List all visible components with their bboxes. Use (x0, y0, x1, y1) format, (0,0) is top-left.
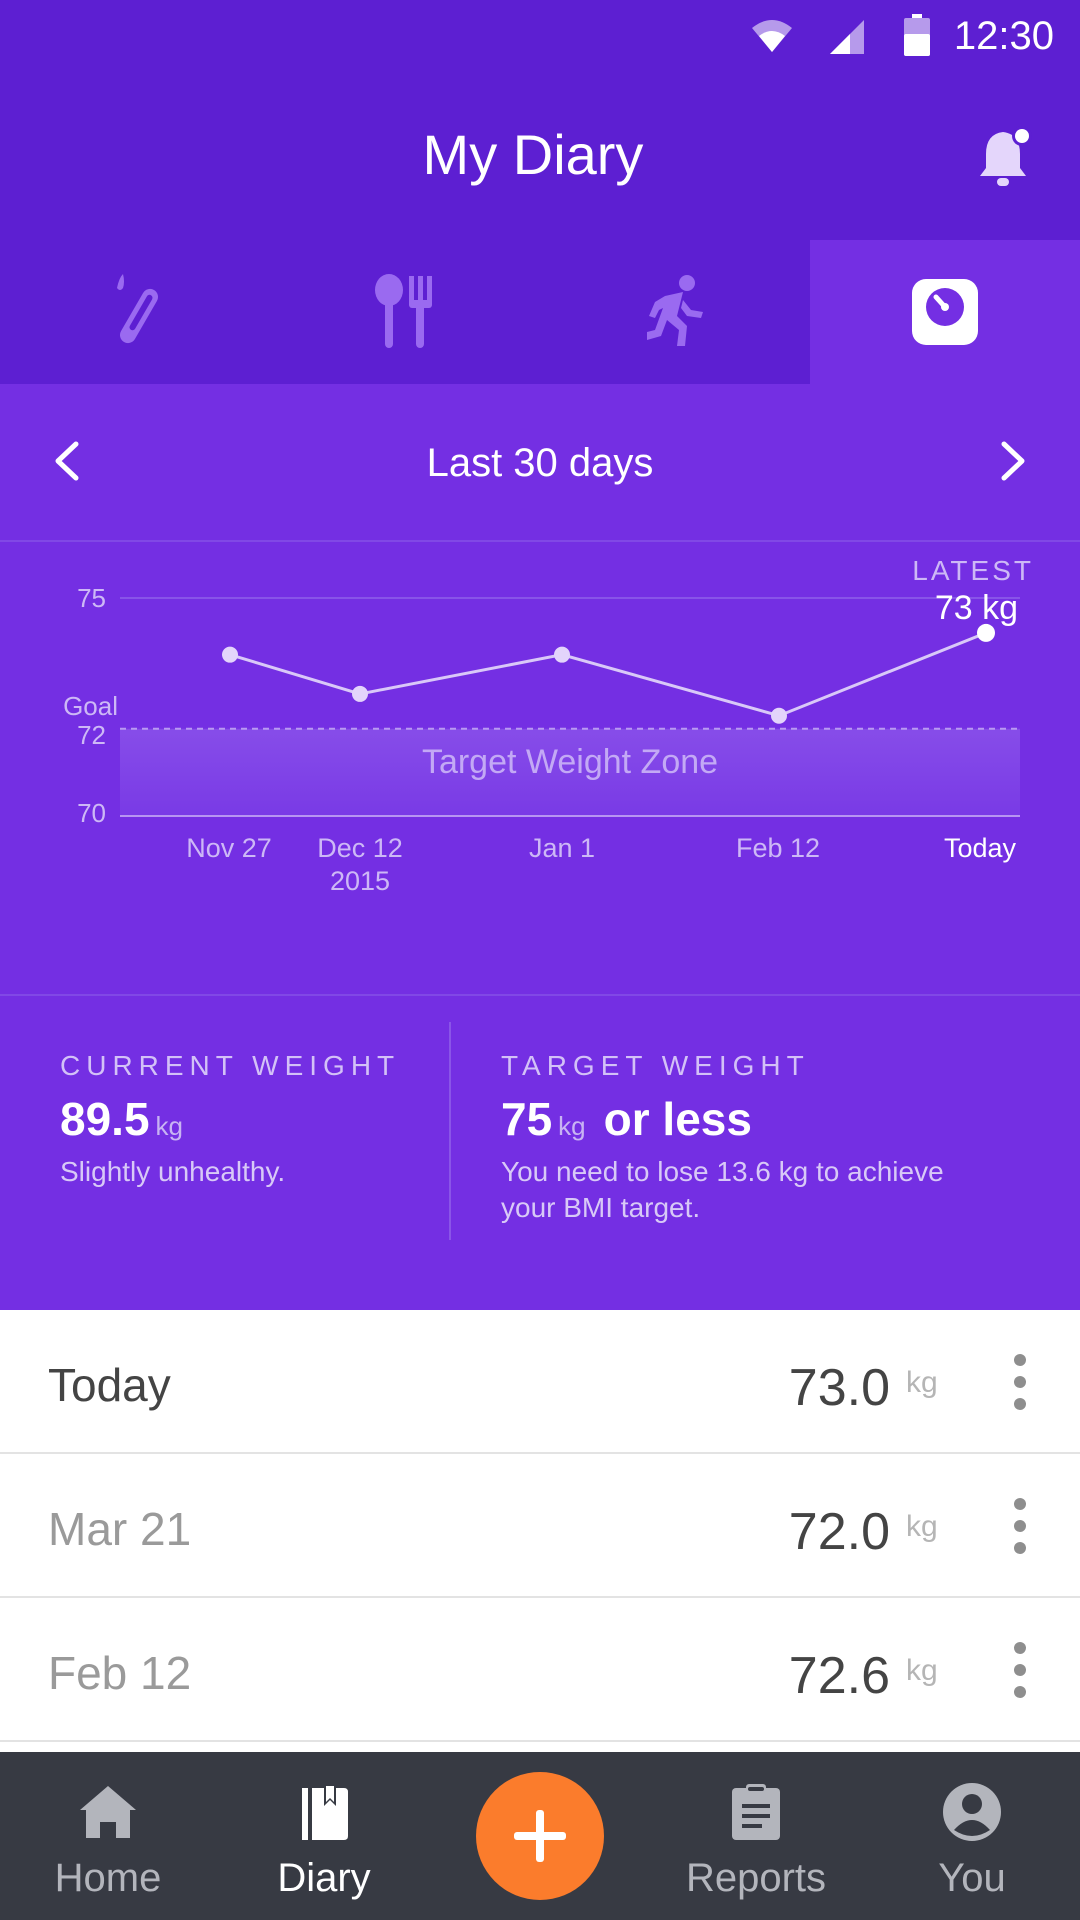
divider (0, 994, 1080, 996)
target-weight-note-line: your BMI target. (501, 1192, 701, 1223)
entry-unit: kg (906, 1510, 938, 1543)
list-item[interactable]: Mar 21 72.0 kg (0, 1454, 1080, 1598)
diary-tabs (0, 240, 1080, 384)
nav-reports[interactable]: Reports (648, 1752, 864, 1920)
nav-label: Reports (685, 1856, 827, 1900)
home-icon (80, 1786, 136, 1838)
signal-icon (830, 20, 864, 54)
wifi-icon (752, 20, 792, 52)
entry-value: 72.0 (788, 1503, 890, 1561)
nav-label: You (938, 1856, 1006, 1900)
entry-unit: kg (906, 1366, 938, 1399)
target-weight-unit: kg (558, 1111, 586, 1141)
weight-data-point[interactable] (771, 707, 787, 724)
chevron-right-icon[interactable] (986, 436, 1036, 486)
entry-date: Today (48, 1359, 171, 1411)
x-tick-label: Feb 12 (736, 833, 820, 863)
target-zone-label: Target Weight Zone (422, 743, 718, 781)
x-tick-label: Jan 1 (529, 833, 595, 863)
y-tick-label: 70 (77, 798, 106, 828)
tab-exercise[interactable] (540, 240, 810, 384)
tab-temperature[interactable] (0, 240, 270, 384)
latest-label: LATEST (912, 555, 1034, 586)
latest-value: 73 kg (935, 589, 1018, 627)
goal-label: Goal (63, 691, 118, 721)
current-weight-title: CURRENT WEIGHT (60, 1050, 401, 1081)
more-vert-icon[interactable] (1006, 1638, 1034, 1702)
list-item[interactable]: Feb 12 72.6 kg (0, 1598, 1080, 1742)
target-weight-panel: TARGET WEIGHT 75 kg or less You need to lo… (501, 1050, 944, 1226)
weight-series-line (229, 631, 987, 718)
plus-icon (514, 1810, 566, 1862)
more-vert-icon[interactable] (1006, 1494, 1034, 1558)
thermometer-icon (117, 274, 158, 344)
weight-data-point[interactable] (352, 685, 368, 702)
target-weight-value: 75 (501, 1093, 553, 1145)
weight-data-point[interactable] (554, 646, 570, 663)
weight-overview: Last 30 days 75 Goal 72 70 Target Weight… (0, 384, 1080, 1310)
more-vert-icon[interactable] (1006, 1350, 1034, 1414)
fork-spoon-icon (375, 274, 432, 348)
running-icon (647, 275, 703, 346)
date-range-selector: Last 30 days (0, 384, 1080, 542)
status-time: 12:30 (953, 14, 1054, 58)
y-tick-label: 75 (77, 583, 106, 613)
x-tick-label: Nov 27 (186, 833, 272, 863)
current-weight-note: Slightly unhealthy. (60, 1156, 286, 1187)
diary-book-icon (302, 1784, 348, 1840)
tab-food[interactable] (270, 240, 540, 384)
weight-data-point[interactable] (977, 623, 995, 642)
entry-date: Feb 12 (48, 1647, 192, 1699)
target-weight-note: You need to lose 13.6 kg to achieve your… (501, 1154, 944, 1226)
target-weight-title: TARGET WEIGHT (501, 1050, 810, 1081)
x-tick-label: Dec 12 (317, 833, 403, 863)
page-title: My Diary (422, 123, 644, 186)
entry-value: 73.0 (788, 1359, 890, 1417)
list-item[interactable]: Today 73.0 kg (0, 1310, 1080, 1454)
x-tick-label: Today (944, 833, 1017, 863)
date-range-label: Last 30 days (426, 441, 654, 485)
nav-diary[interactable]: Diary (216, 1752, 432, 1920)
add-entry-button[interactable] (476, 1772, 604, 1900)
nav-home[interactable]: Home (0, 1752, 216, 1920)
nav-label: Home (54, 1856, 162, 1900)
target-weight-qualifier: or less (603, 1093, 752, 1145)
target-weight-note-line: You need to lose 13.6 kg to achieve (501, 1156, 944, 1187)
nav-label: Diary (277, 1856, 371, 1900)
stats-separator (449, 1022, 451, 1240)
weight-data-point[interactable] (222, 646, 238, 663)
account-icon (943, 1783, 1001, 1841)
notification-bell-icon[interactable] (976, 124, 1034, 190)
y-tick-label: 72 (77, 720, 106, 750)
current-weight-value: 89.5 (60, 1093, 150, 1145)
entry-date: Mar 21 (48, 1503, 192, 1555)
nav-you[interactable]: You (864, 1752, 1080, 1920)
battery-icon (904, 14, 930, 56)
entry-value: 72.6 (788, 1647, 890, 1705)
weight-chart: 75 Goal 72 70 Target Weight Zone LATEST … (63, 555, 1034, 896)
weight-entries-list: Today 73.0 kg Mar 21 72.0 kg Feb 12 72.6… (0, 1310, 1080, 1742)
current-weight-panel: CURRENT WEIGHT 89.5 kg Slightly unhealthy… (60, 1050, 400, 1190)
app-header: 12:30 My Diary (0, 0, 1080, 240)
clipboard-icon (732, 1784, 780, 1840)
scale-icon (912, 279, 978, 345)
current-weight-unit: kg (155, 1111, 183, 1141)
tab-weight[interactable] (810, 240, 1080, 384)
status-bar: 12:30 (0, 0, 1080, 72)
entry-unit: kg (906, 1654, 938, 1687)
x-tick-label: 2015 (330, 866, 390, 896)
